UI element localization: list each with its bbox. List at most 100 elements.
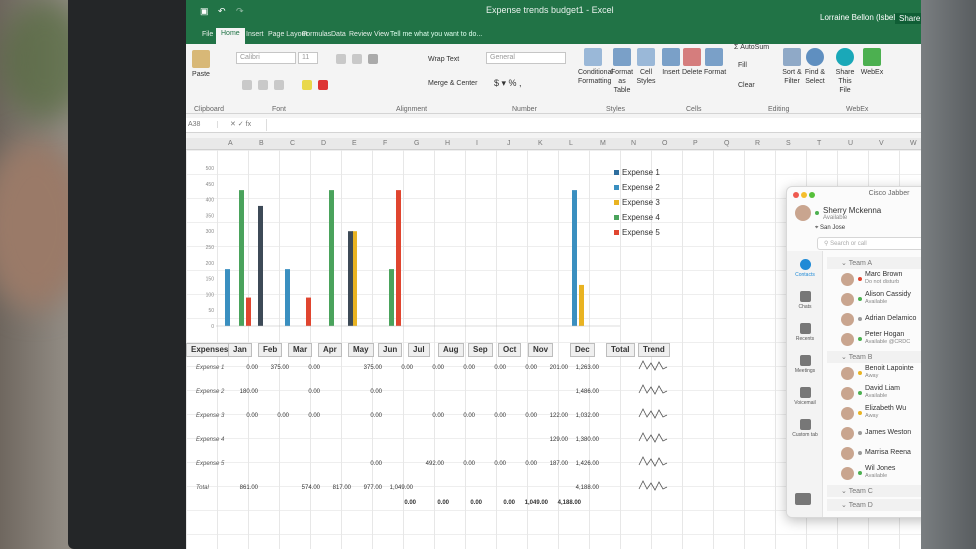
nav-chats[interactable]: Chats bbox=[787, 291, 823, 310]
column-header[interactable]: B bbox=[259, 140, 264, 147]
table-cell[interactable]: 0.00 bbox=[386, 500, 416, 506]
table-header[interactable]: Apr bbox=[318, 343, 342, 357]
table-header[interactable]: Total bbox=[606, 343, 635, 357]
share-button[interactable]: Share bbox=[895, 13, 921, 24]
table-cell[interactable]: 375.00 bbox=[354, 365, 382, 371]
team-header[interactable]: ⌄ Team D bbox=[827, 499, 921, 511]
bar-expense-4[interactable] bbox=[389, 269, 394, 326]
tell-me-search[interactable]: Tell me what you want to do... bbox=[390, 31, 482, 38]
merge-center-button[interactable]: Merge & Center bbox=[428, 80, 477, 87]
contact-item[interactable]: Marrisa Reena bbox=[827, 445, 921, 463]
bar-expense-1-dark[interactable] bbox=[258, 205, 263, 326]
bar-expense-4[interactable] bbox=[239, 190, 244, 326]
format-cells-button[interactable]: Format bbox=[704, 48, 726, 77]
table-cell[interactable]: 817.00 bbox=[323, 485, 351, 491]
bar-expense-4[interactable] bbox=[329, 190, 334, 326]
number-format-select[interactable]: General bbox=[486, 52, 566, 64]
legend-item[interactable]: Expense 3 bbox=[614, 198, 660, 207]
conditional-formatting-button[interactable]: Conditional Formatting bbox=[578, 48, 613, 86]
sort-filter-button[interactable]: Sort & Filter bbox=[782, 48, 802, 86]
font-name-select[interactable]: Calibri bbox=[236, 52, 296, 64]
bar-expense-3[interactable] bbox=[579, 284, 584, 326]
contact-item[interactable]: David Liam Available bbox=[827, 385, 921, 403]
table-cell[interactable]: 0.00 bbox=[419, 500, 449, 506]
table-cell[interactable]: 1,426.00 bbox=[571, 461, 599, 467]
column-header[interactable]: C bbox=[290, 140, 295, 147]
table-header[interactable]: Sep bbox=[468, 343, 493, 357]
insert-cells-button[interactable]: Insert bbox=[662, 48, 680, 77]
bar-expense-2[interactable] bbox=[225, 269, 230, 326]
bold-icon[interactable] bbox=[242, 80, 252, 90]
nav-custom-tab[interactable]: Custom tab bbox=[787, 419, 823, 438]
table-cell[interactable]: 0.00 bbox=[478, 413, 506, 419]
tab-view[interactable]: View bbox=[374, 31, 389, 38]
column-header[interactable]: J bbox=[507, 140, 511, 147]
table-cell[interactable]: 0.00 bbox=[509, 413, 537, 419]
bar-expense-2[interactable] bbox=[572, 190, 577, 326]
table-cell[interactable]: 0.00 bbox=[230, 365, 258, 371]
legend-item[interactable]: Expense 1 bbox=[614, 168, 660, 177]
align-top-icon[interactable] bbox=[336, 54, 346, 64]
bar-expense-5[interactable] bbox=[396, 190, 401, 326]
team-header[interactable]: ⌄ Team C bbox=[827, 485, 921, 497]
table-cell[interactable]: 0.00 bbox=[292, 413, 320, 419]
row-label[interactable]: Expense 1 bbox=[196, 365, 224, 371]
column-header[interactable]: H bbox=[445, 140, 450, 147]
table-cell[interactable]: 492.00 bbox=[416, 461, 444, 467]
row-label[interactable]: Expense 2 bbox=[196, 389, 224, 395]
table-cell[interactable]: 574.00 bbox=[292, 485, 320, 491]
table-cell[interactable]: 375.00 bbox=[261, 365, 289, 371]
legend-item[interactable]: Expense 2 bbox=[614, 183, 660, 192]
tab-insert[interactable]: Insert bbox=[246, 31, 264, 38]
currency-icon[interactable]: $ ▾ % , bbox=[494, 78, 522, 89]
tab-review[interactable]: Review bbox=[349, 31, 372, 38]
table-header[interactable]: Dec bbox=[570, 343, 595, 357]
nav-recents[interactable]: Recents bbox=[787, 323, 823, 342]
column-header[interactable]: P bbox=[693, 140, 698, 147]
table-cell[interactable]: 201.00 bbox=[540, 365, 568, 371]
row-label[interactable]: Total bbox=[196, 485, 209, 491]
column-header[interactable]: Q bbox=[724, 140, 729, 147]
name-box[interactable]: A38 bbox=[188, 121, 218, 128]
table-cell[interactable]: 0.00 bbox=[478, 365, 506, 371]
clear-button[interactable]: Clear bbox=[738, 82, 755, 89]
my-status[interactable]: Available bbox=[823, 215, 847, 221]
paste-button[interactable]: Paste bbox=[190, 50, 212, 79]
table-cell[interactable]: 4,188.00 bbox=[551, 500, 581, 506]
column-header[interactable]: M bbox=[600, 140, 606, 147]
table-cell[interactable]: 129.00 bbox=[540, 437, 568, 443]
save-icon[interactable]: ▣ bbox=[200, 6, 209, 17]
table-header[interactable]: Nov bbox=[528, 343, 554, 357]
table-cell[interactable]: 0.00 bbox=[478, 461, 506, 467]
table-header[interactable]: Jul bbox=[408, 343, 430, 357]
format-as-table-button[interactable]: Format as Table bbox=[610, 48, 634, 95]
table-header[interactable]: Expenses bbox=[186, 343, 234, 357]
search-input[interactable]: ⚲ Search or call bbox=[817, 237, 921, 250]
table-cell[interactable]: 0.00 bbox=[447, 365, 475, 371]
table-cell[interactable]: 0.00 bbox=[447, 461, 475, 467]
table-header[interactable]: Jun bbox=[378, 343, 403, 357]
column-header[interactable]: S bbox=[786, 140, 791, 147]
delete-cells-button[interactable]: Delete bbox=[682, 48, 702, 77]
font-size-select[interactable]: 11 bbox=[298, 52, 318, 64]
row-label[interactable]: Expense 3 bbox=[196, 413, 224, 419]
autosum-button[interactable]: Σ AutoSum bbox=[734, 44, 769, 51]
contact-item[interactable]: James Weston bbox=[827, 425, 921, 443]
table-cell[interactable]: 0.00 bbox=[485, 500, 515, 506]
table-cell[interactable]: 0.00 bbox=[509, 461, 537, 467]
table-cell[interactable]: 0.00 bbox=[416, 365, 444, 371]
table-header[interactable]: May bbox=[348, 343, 374, 357]
contact-item[interactable]: Benoit Lapointe Away bbox=[827, 365, 921, 383]
bar-expense-1-dark[interactable] bbox=[348, 231, 353, 326]
fill-button[interactable]: Fill bbox=[738, 62, 747, 69]
my-avatar[interactable] bbox=[795, 205, 811, 221]
table-cell[interactable]: 0.00 bbox=[509, 365, 537, 371]
redo-icon[interactable]: ↷ bbox=[236, 6, 244, 17]
find-select-button[interactable]: Find & Select bbox=[804, 48, 826, 86]
table-header[interactable]: Aug bbox=[438, 343, 464, 357]
column-header[interactable]: W bbox=[910, 140, 917, 147]
contact-item[interactable]: Elizabeth Wu Away bbox=[827, 405, 921, 423]
table-cell[interactable]: 0.00 bbox=[354, 461, 382, 467]
formula-cancel-icon[interactable]: ✕ ✓ fx bbox=[230, 120, 251, 128]
italic-icon[interactable] bbox=[258, 80, 268, 90]
